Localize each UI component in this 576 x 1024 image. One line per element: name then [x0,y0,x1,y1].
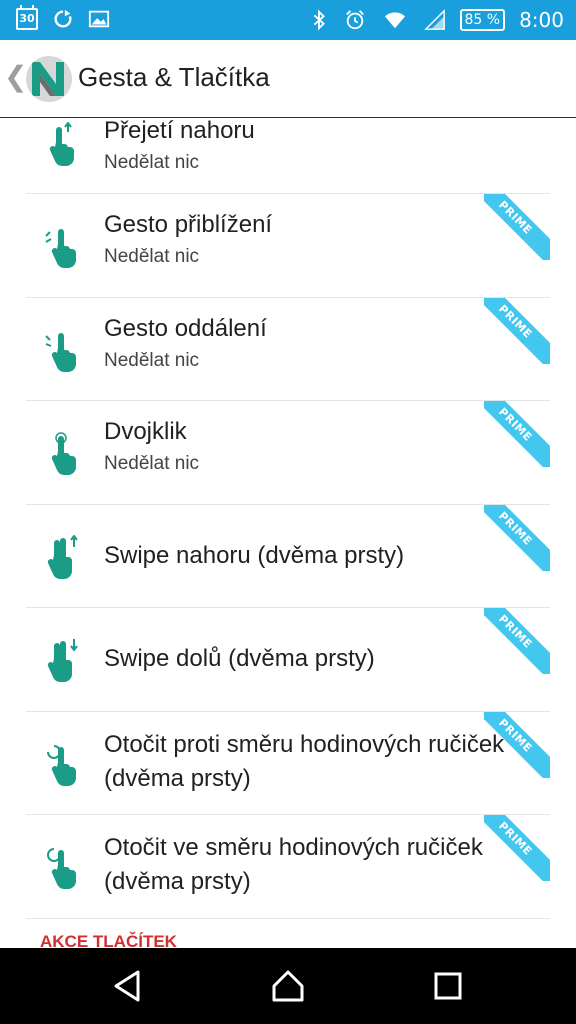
list-item-double-tap[interactable]: Dvojklik Nedělat nic PRIME [26,401,550,505]
two-finger-swipe-up-icon [47,534,78,579]
list-item-rotate-cw[interactable]: Otočit ve směru hodinových ručiček (dvěm… [26,815,550,919]
list-item-two-finger-swipe-down[interactable]: Swipe dolů (dvěma prsty) PRIME [26,608,550,712]
list-item-two-finger-swipe-up[interactable]: Swipe nahoru (dvěma prsty) PRIME [26,504,550,608]
prime-ribbon: PRIME [484,194,550,260]
prime-ribbon: PRIME [484,608,550,674]
back-icon[interactable] [108,966,148,1006]
app-logo[interactable] [26,56,72,102]
bluetooth-icon [313,9,325,31]
battery-icon: 85 % [459,9,506,31]
rotate-cw-hand-icon [47,848,76,889]
wifi-icon [384,12,405,29]
item-title: Přejetí nahoru [104,118,255,144]
prime-ribbon: PRIME [484,711,550,778]
item-title: Swipe dolů (dvěma prsty) [104,645,375,672]
item-title: Otočit proti směru hodinových ručiček (d… [104,730,505,792]
navigation-bar [0,948,576,1024]
item-title: Gesto přiblížení [104,211,273,238]
item-subtitle: Nedělat nic [104,152,200,173]
item-subtitle: Nedělat nic [104,453,200,474]
item-title: Gesto oddálení [104,314,267,342]
item-subtitle: Nedělat nic [104,349,200,371]
prime-ribbon: PRIME [484,815,550,881]
app-bar: ❮ Gesta & Tlačítka [0,40,576,118]
prime-ribbon: PRIME [484,401,550,467]
gesture-list: Přejetí nahoru Nedělat nic Gesto přiblíž… [26,118,550,948]
list-item-pinch-out[interactable]: Gesto oddálení Nedělat nic PRIME [26,297,550,401]
page-title: Gesta & Tlačítka [78,62,270,92]
item-title: Dvojklik [104,418,187,445]
status-bar: 30 85 % 8:00 [0,0,576,40]
two-finger-swipe-down-icon [47,639,78,682]
item-title: Otočit ve směru hodinových ručiček (dvěm… [104,834,483,895]
recents-icon[interactable] [428,966,468,1006]
image-icon [88,10,110,28]
list-item-swipe-up[interactable]: Přejetí nahoru Nedělat nic [26,118,550,194]
swipe-up-hand-icon [49,122,74,166]
calendar-icon: 30 [16,5,38,30]
home-icon[interactable] [268,966,308,1006]
prime-ribbon: PRIME [484,297,550,364]
list-item-pinch-in[interactable]: Gesto přiblížení Nedělat nic PRIME [26,194,550,298]
signal-icon [423,9,445,30]
item-subtitle: Nedělat nic [104,246,200,267]
item-title: Swipe nahoru (dvěma prsty) [104,541,405,569]
pinch-in-hand-icon [45,229,76,268]
prime-ribbon: PRIME [484,504,550,571]
sync-icon [54,9,72,28]
back-chevron-icon[interactable]: ❮ [4,60,27,93]
double-tap-hand-icon [51,432,76,475]
nova-logo-icon [32,62,64,96]
list-item-rotate-ccw[interactable]: Otočit proti směru hodinových ručiček (d… [26,711,550,815]
pinch-out-hand-icon [45,332,76,372]
alarm-icon [345,10,364,30]
rotate-ccw-hand-icon [47,744,76,786]
clock: 8:00 [519,8,564,32]
